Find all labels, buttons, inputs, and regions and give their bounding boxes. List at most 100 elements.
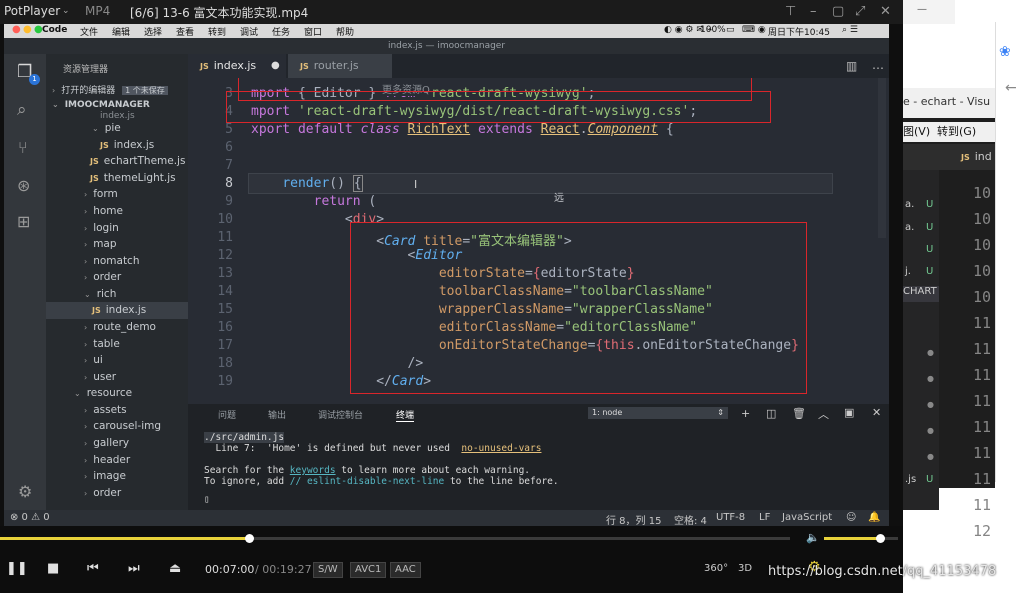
- tree-folder[interactable]: › header: [84, 454, 130, 466]
- tree-folder[interactable]: › gallery: [84, 437, 129, 449]
- line-ending[interactable]: LF: [759, 512, 770, 523]
- tree-folder[interactable]: › image: [84, 470, 126, 482]
- tab-router-js[interactable]: JS router.js: [288, 54, 392, 78]
- tree-folder-rich[interactable]: ⌄ rich: [84, 288, 116, 300]
- tree-file[interactable]: JS index.js: [100, 139, 154, 151]
- minimize-icon[interactable]: —: [917, 4, 927, 15]
- menu-debug[interactable]: 调试: [240, 25, 258, 38]
- menu-window[interactable]: 窗口: [304, 25, 322, 38]
- unsaved-dot-icon[interactable]: ●: [271, 54, 280, 78]
- player-app-name[interactable]: PotPlayer: [4, 4, 60, 18]
- stop-button[interactable]: ■: [47, 561, 59, 576]
- tree-folder[interactable]: › assets: [84, 404, 127, 416]
- scrollbar[interactable]: [878, 78, 886, 238]
- badge-video-codec[interactable]: AVC1: [350, 562, 387, 578]
- terminal-prompt[interactable]: ▯: [204, 494, 210, 505]
- menu-goto[interactable]: 转到: [208, 25, 226, 38]
- code-editor[interactable]: 3 mport { Editor } from 'react-draft-wys…: [188, 54, 889, 404]
- tree-folder-pie[interactable]: ⌄ pie: [92, 122, 121, 134]
- language-mode[interactable]: JavaScript: [782, 512, 832, 523]
- eject-button[interactable]: ⏏: [169, 561, 181, 576]
- maximize-panel-icon[interactable]: ▣: [844, 406, 854, 419]
- menu-view[interactable]: 查看: [176, 25, 194, 38]
- open-editors-header[interactable]: › 打开的编辑器 1 个未保存: [52, 83, 168, 96]
- pin-icon[interactable]: ⊤: [785, 4, 796, 19]
- menu-app[interactable]: Code: [42, 25, 67, 35]
- panel-tab-debug-console[interactable]: 调试控制台: [318, 408, 363, 421]
- tree-folder[interactable]: › home: [84, 205, 123, 217]
- seek-bar[interactable]: [0, 534, 790, 543]
- menu-help[interactable]: 帮助: [336, 25, 354, 38]
- new-terminal-icon[interactable]: +: [741, 407, 750, 420]
- spotlight-icon[interactable]: ⌕ ☰: [842, 25, 858, 35]
- feedback-smiley-icon[interactable]: ☺: [846, 512, 856, 523]
- chevron-up-icon[interactable]: ︿: [818, 406, 829, 422]
- menu-file[interactable]: 文件: [80, 25, 98, 38]
- close-icon[interactable]: ✕: [880, 4, 891, 19]
- panel-tab-output[interactable]: 输出: [268, 408, 286, 421]
- bg-tab[interactable]: JS ind: [961, 150, 992, 163]
- menu-edit[interactable]: 编辑: [112, 25, 130, 38]
- project-header[interactable]: ⌄ IMOOCMANAGER: [52, 100, 150, 110]
- chevron-down-icon[interactable]: ⌄: [62, 6, 70, 16]
- maximize-icon[interactable]: ▢: [832, 4, 844, 19]
- back-arrow-icon[interactable]: ←: [1005, 80, 1017, 96]
- debug-icon[interactable]: ⊛: [17, 176, 30, 195]
- 3d-button[interactable]: 3D: [738, 563, 752, 574]
- tree-folder-resource[interactable]: ⌄ resource: [74, 387, 132, 399]
- volume-bar[interactable]: [824, 534, 898, 543]
- tree-folder[interactable]: › nomatch: [84, 255, 140, 267]
- next-button[interactable]: ⏭: [128, 561, 140, 576]
- bg-git-letter: U: [926, 266, 934, 277]
- encoding[interactable]: UTF-8: [716, 512, 745, 523]
- tree-folder[interactable]: › order: [84, 271, 121, 283]
- indentation[interactable]: 空格: 4: [674, 512, 707, 527]
- settings-gear-icon[interactable]: ⚙: [18, 482, 32, 501]
- bg-menu-view[interactable]: 图(V): [903, 123, 930, 139]
- minimize-icon[interactable]: –: [810, 4, 817, 19]
- cursor-position[interactable]: 行 8，列 15: [606, 512, 661, 527]
- badge-sw[interactable]: S/W: [313, 562, 343, 578]
- panel-tab-problems[interactable]: 问题: [218, 408, 236, 421]
- badge-audio-codec[interactable]: AAC: [390, 562, 421, 578]
- problems-count[interactable]: ⊗ 0 ⚠ 0: [10, 512, 50, 523]
- tree-folder[interactable]: › form: [84, 188, 118, 200]
- terminal-select[interactable]: 1: node ⇕: [588, 407, 728, 419]
- split-editor-icon[interactable]: ▥: [846, 59, 857, 73]
- menu-task[interactable]: 任务: [272, 25, 290, 38]
- source-control-icon[interactable]: ⑂: [18, 138, 28, 157]
- more-actions-icon[interactable]: …: [872, 58, 884, 72]
- split-terminal-icon[interactable]: ◫: [766, 407, 776, 420]
- previous-button[interactable]: ⏮: [87, 561, 99, 576]
- tab-index-js[interactable]: JS index.js ●: [188, 54, 286, 78]
- tree-folder[interactable]: › route_demo: [84, 321, 156, 333]
- tree-folder[interactable]: › map: [84, 238, 117, 250]
- tree-folder[interactable]: › login: [84, 222, 119, 234]
- panel-tab-terminal[interactable]: 终端: [396, 408, 415, 422]
- volume-icon[interactable]: 🔈: [806, 531, 820, 544]
- seek-handle[interactable]: [244, 534, 254, 543]
- bg-menu-goto[interactable]: 转到(G): [937, 123, 976, 139]
- tree-file[interactable]: JS themeLight.js: [90, 172, 176, 184]
- tree-folder[interactable]: › carousel-img: [84, 420, 161, 432]
- window-minimize-dot-icon[interactable]: ●: [23, 24, 32, 35]
- menu-select[interactable]: 选择: [144, 25, 162, 38]
- tree-folder[interactable]: › ui: [84, 354, 103, 366]
- extensions-icon[interactable]: ⊞: [17, 212, 30, 231]
- search-icon[interactable]: ⌕: [17, 100, 27, 120]
- tree-file-selected[interactable]: JS index.js: [92, 304, 146, 316]
- pause-button[interactable]: ❚❚: [6, 561, 28, 576]
- tree-folder[interactable]: › user: [84, 371, 116, 383]
- baidu-icon: ❀: [999, 44, 1011, 60]
- vr-360-button[interactable]: 360°: [704, 563, 728, 574]
- tree-file[interactable]: JS echartTheme.js: [90, 155, 185, 167]
- tree-item[interactable]: index.js: [100, 111, 135, 121]
- fullscreen-icon[interactable]: ⤢: [855, 4, 865, 19]
- tree-folder[interactable]: › order: [84, 487, 121, 499]
- close-panel-icon[interactable]: ✕: [872, 406, 881, 419]
- trash-icon[interactable]: 🗑: [792, 407, 806, 420]
- tree-folder[interactable]: › table: [84, 338, 120, 350]
- volume-handle[interactable]: [875, 534, 885, 543]
- bell-icon[interactable]: 🔔: [868, 512, 880, 523]
- window-close-dot-icon[interactable]: ●: [12, 24, 21, 35]
